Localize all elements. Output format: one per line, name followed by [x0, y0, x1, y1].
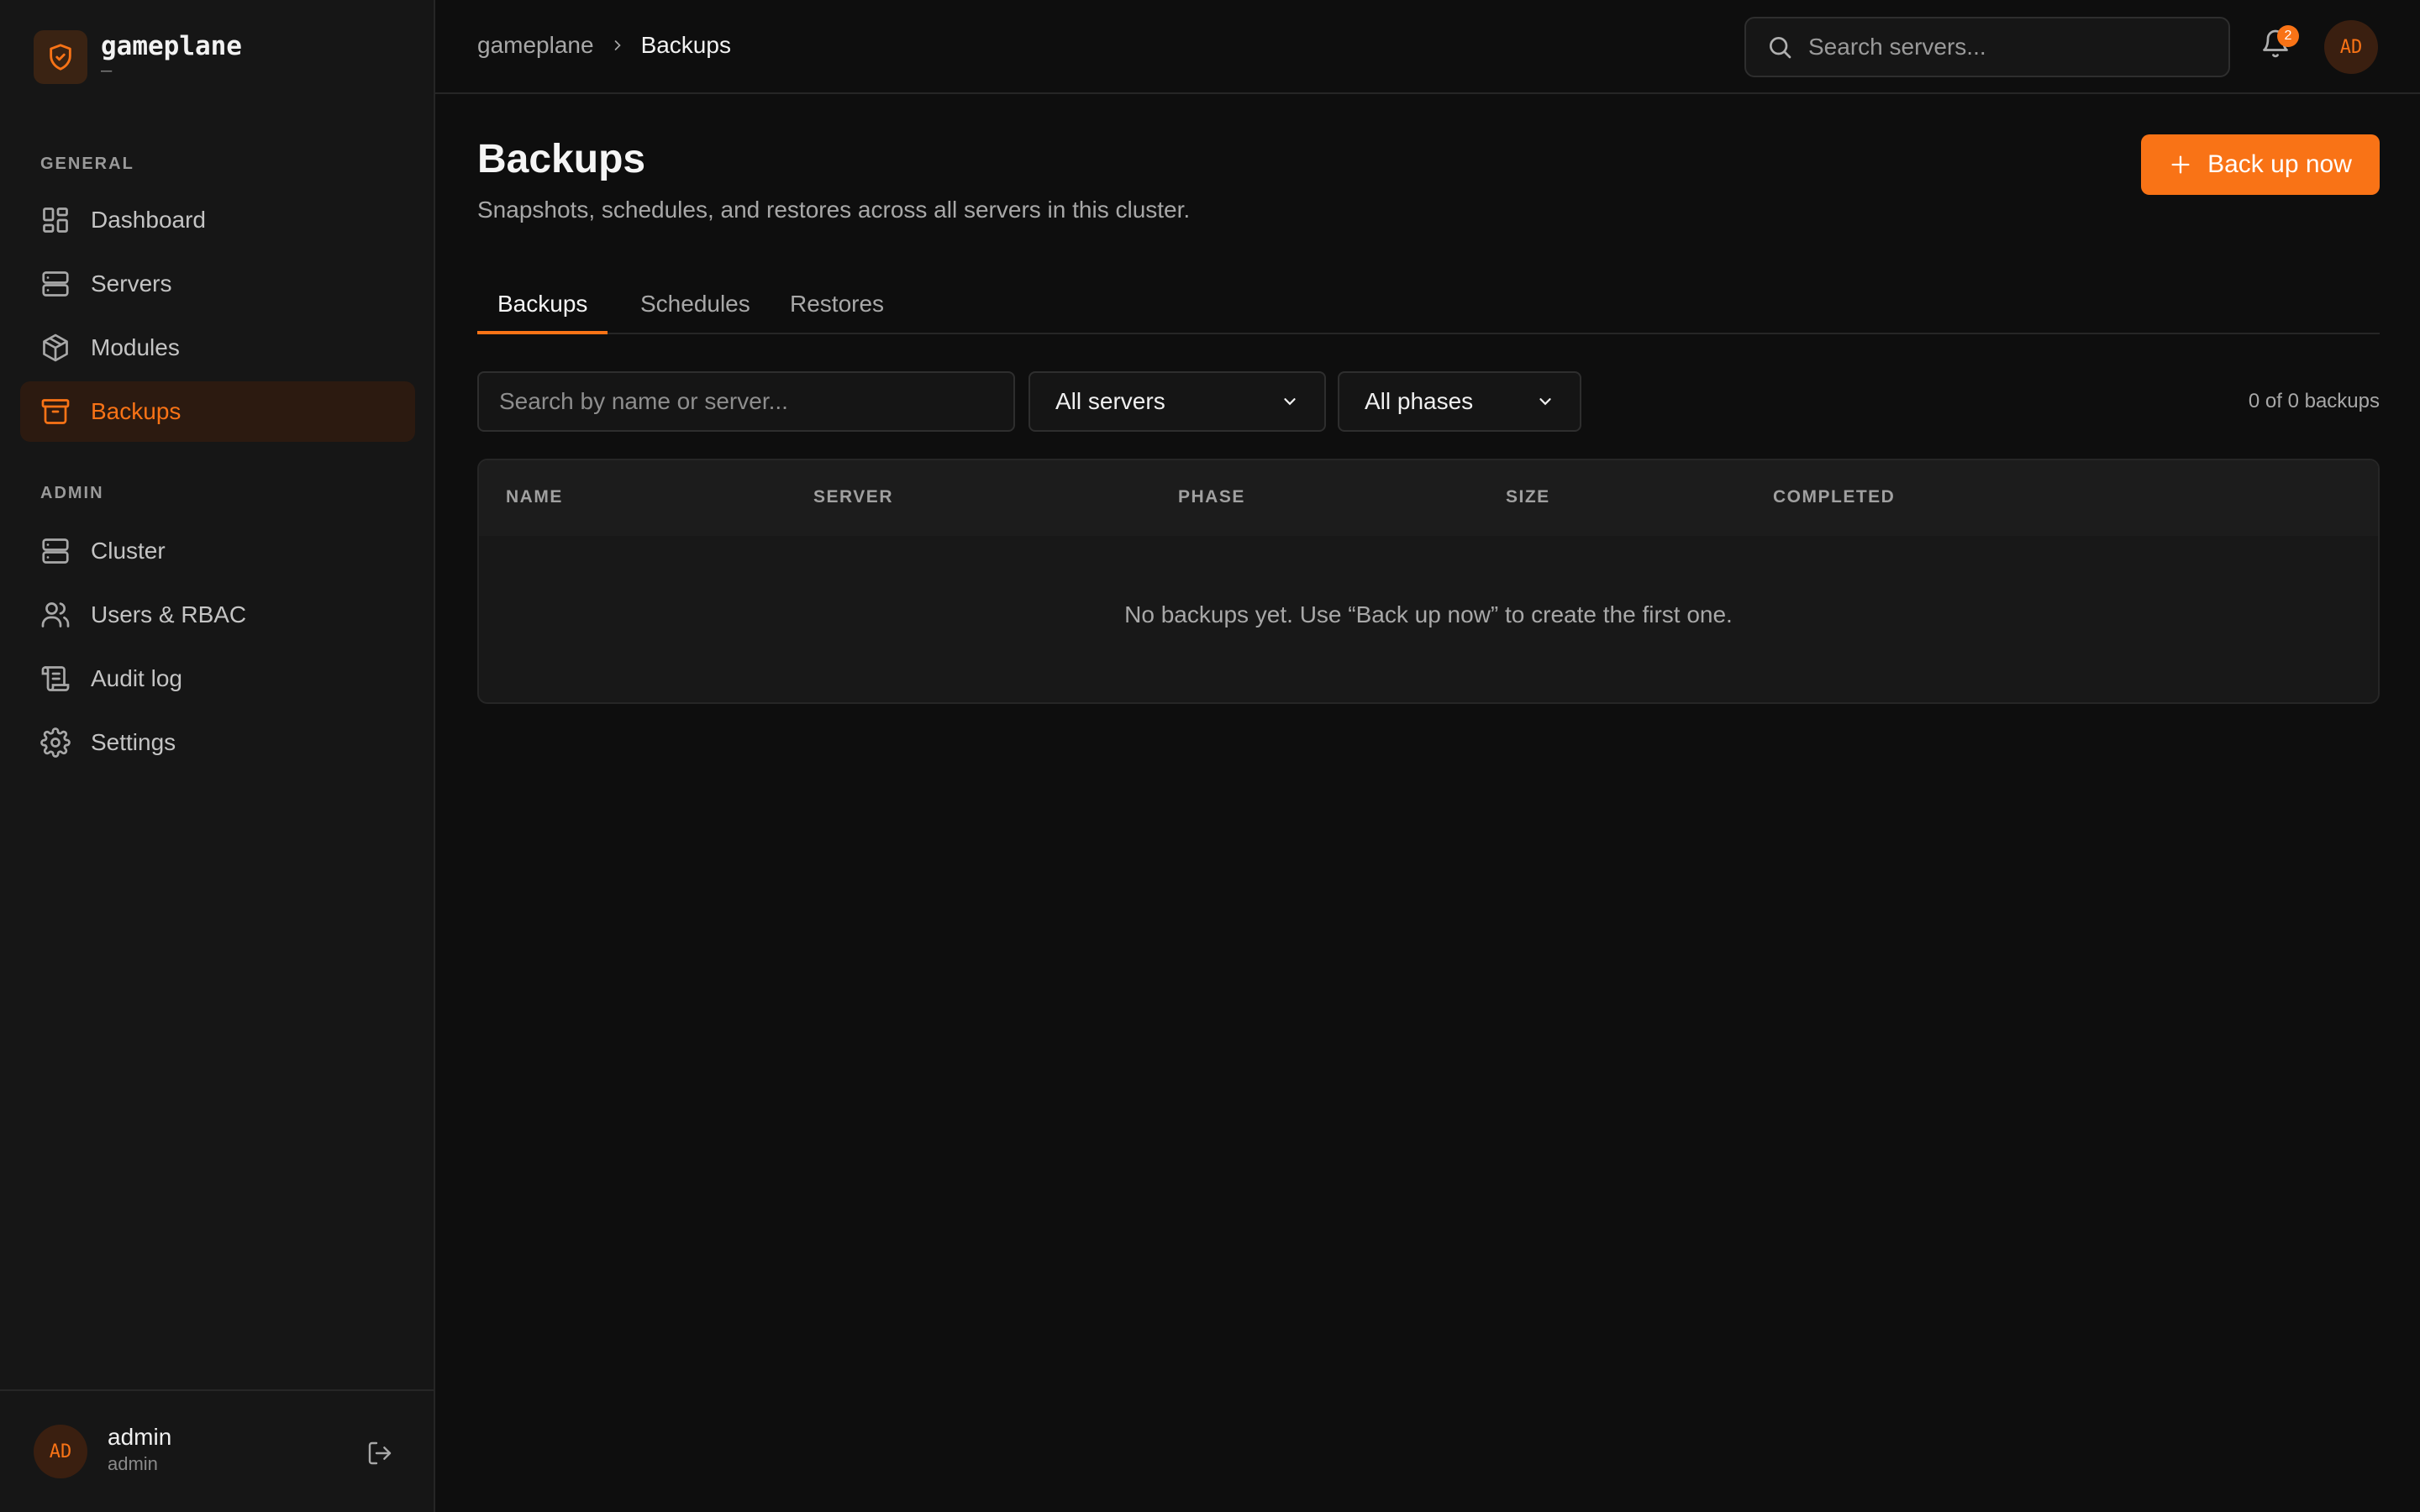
back-up-now-label: Back up now [2207, 150, 2352, 178]
notification-badge: 2 [2277, 25, 2299, 47]
table-header: NAME SERVER PHASE SIZE COMPLETED [479, 460, 2378, 536]
phase-filter-value: All phases [1365, 388, 1474, 414]
users-icon [41, 602, 70, 627]
account-avatar[interactable]: AD [2324, 20, 2378, 74]
sidebar-item-label: Modules [91, 334, 180, 360]
column-header-name[interactable]: NAME [506, 487, 563, 507]
search-input[interactable] [1808, 34, 2212, 60]
logout-icon [368, 1441, 392, 1465]
user-avatar[interactable]: AD [34, 1425, 87, 1478]
sidebar-item-label: Settings [91, 729, 176, 755]
column-header-server[interactable]: SERVER [813, 487, 893, 507]
archive-icon [41, 399, 70, 424]
sidebar-item-audit-log[interactable]: Audit log [20, 648, 415, 709]
sidebar-item-label: Cluster [91, 538, 166, 564]
sidebar-item-label: Backups [91, 398, 182, 424]
sidebar: gameplane — GENERAL Dashboard Servers Mo… [0, 0, 435, 1512]
gear-icon [40, 727, 71, 758]
tab-restores[interactable]: Restores [770, 284, 904, 334]
sidebar-item-label: Servers [91, 270, 172, 297]
sidebar-item-modules[interactable]: Modules [20, 318, 415, 378]
server-filter-value: All servers [1055, 388, 1165, 414]
brand-name: gameplane [101, 31, 242, 61]
server-filter-select[interactable]: All servers [1028, 371, 1326, 432]
chevron-down-icon [1539, 398, 1551, 406]
empty-state-message: No backups yet. Use “Back up now” to cre… [1124, 601, 1733, 627]
sidebar-item-users-rbac[interactable]: Users & RBAC [20, 585, 415, 645]
server-icon [42, 538, 69, 564]
breadcrumb: gameplane Backups [477, 32, 731, 59]
global-search[interactable] [1744, 17, 2230, 77]
sidebar-footer: AD admin admin [0, 1389, 434, 1512]
brand[interactable]: gameplane — [34, 30, 242, 84]
page-subtitle: Snapshots, schedules, and restores acros… [477, 197, 1191, 223]
main-content: Backups Snapshots, schedules, and restor… [435, 94, 2420, 1512]
chevron-right-icon [609, 37, 626, 54]
sidebar-item-label: Audit log [91, 665, 182, 691]
server-icon [42, 271, 69, 297]
dashboard-icon [43, 207, 68, 233]
logout-button[interactable] [363, 1436, 397, 1470]
search-icon [1770, 37, 1791, 59]
page-title: Backups [477, 137, 646, 181]
section-label-general: GENERAL [40, 155, 134, 173]
sidebar-item-settings[interactable]: Settings [20, 712, 415, 773]
user-name: admin [108, 1424, 172, 1450]
tab-backups[interactable]: Backups [477, 284, 608, 334]
column-header-size[interactable]: SIZE [1506, 487, 1550, 507]
chevron-down-icon [1284, 398, 1296, 406]
brand-subtitle: — [101, 60, 113, 81]
column-header-phase[interactable]: PHASE [1178, 487, 1245, 507]
column-header-completed[interactable]: COMPLETED [1773, 487, 1895, 507]
plus-icon [2171, 155, 2190, 174]
phase-filter-select[interactable]: All phases [1338, 371, 1581, 432]
section-label-admin: ADMIN [40, 484, 104, 502]
sidebar-item-cluster[interactable]: Cluster [20, 521, 415, 581]
sidebar-item-label: Users & RBAC [91, 601, 247, 627]
sidebar-item-servers[interactable]: Servers [20, 254, 415, 314]
backup-search-input[interactable] [477, 371, 1015, 432]
breadcrumb-current: Backups [640, 32, 731, 58]
scroll-icon [41, 666, 70, 691]
backup-count: 0 of 0 backups [2248, 390, 2380, 412]
user-role: admin [108, 1453, 158, 1474]
sidebar-item-backups[interactable]: Backups [20, 381, 415, 442]
sidebar-item-label: Dashboard [91, 207, 206, 233]
tab-schedules[interactable]: Schedules [620, 284, 771, 334]
back-up-now-button[interactable]: Back up now [2141, 134, 2380, 195]
shield-logo-icon [34, 30, 87, 84]
package-icon [43, 333, 68, 362]
tab-bar: Backups Schedules Restores [477, 284, 2380, 334]
breadcrumb-root[interactable]: gameplane [477, 32, 594, 59]
backups-table: NAME SERVER PHASE SIZE COMPLETED No back… [477, 459, 2380, 704]
topbar: gameplane Backups 2 AD [435, 0, 2420, 94]
sidebar-item-dashboard[interactable]: Dashboard [20, 190, 415, 250]
